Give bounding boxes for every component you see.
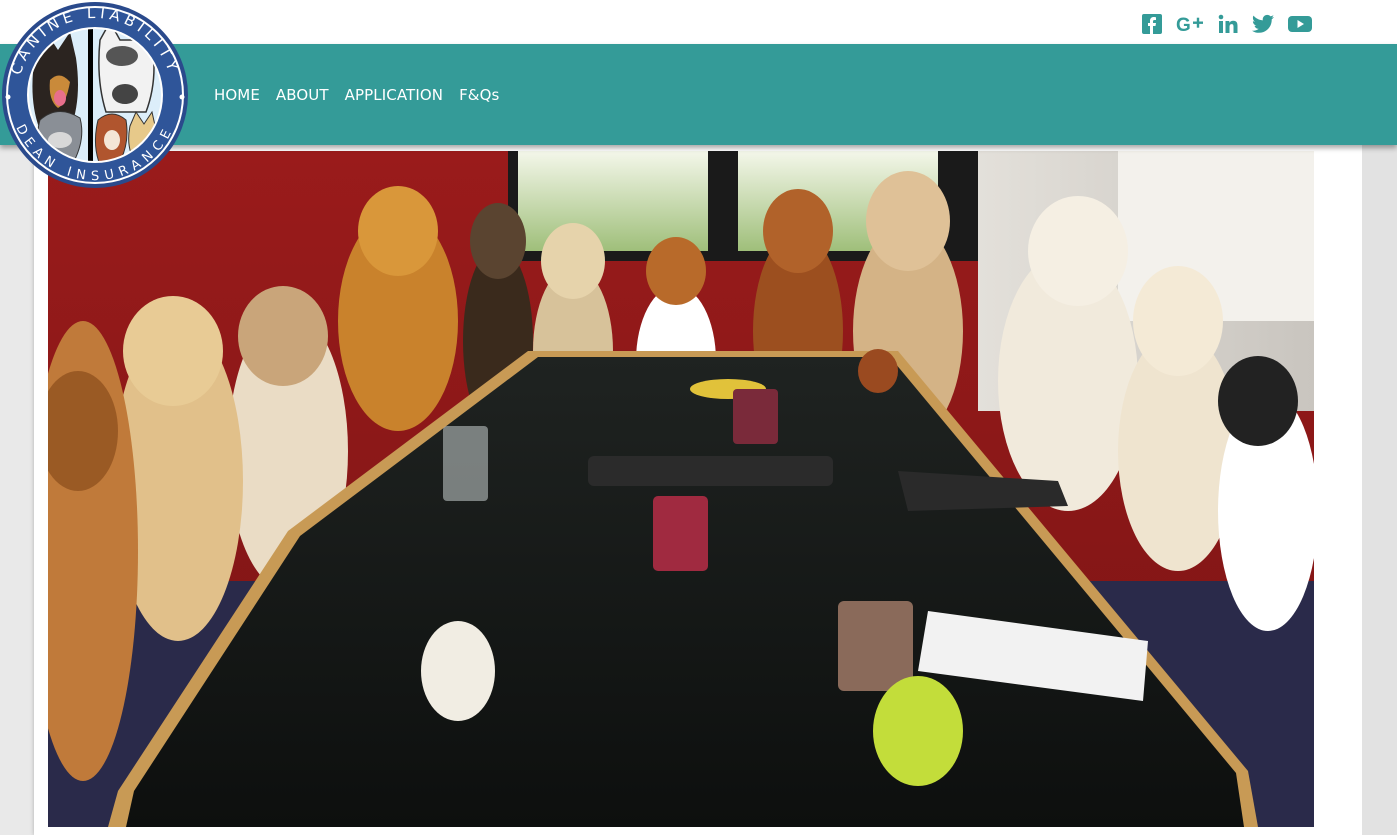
twitter-icon[interactable] bbox=[1252, 12, 1274, 36]
nav-application[interactable]: APPLICATION bbox=[345, 86, 443, 104]
google-plus-icon[interactable]: G bbox=[1176, 12, 1204, 36]
svg-text:G: G bbox=[1176, 15, 1191, 34]
linkedin-icon[interactable] bbox=[1218, 12, 1238, 36]
site-logo[interactable]: CANINE LIABILITY DEAN INSURANCE bbox=[0, 0, 190, 190]
right-panel bbox=[1362, 145, 1397, 835]
nav-home[interactable]: HOME bbox=[214, 86, 260, 104]
social-links: G bbox=[1142, 12, 1312, 36]
nav-fqs[interactable]: F&Qs bbox=[459, 86, 499, 104]
top-bar: G bbox=[0, 0, 1397, 44]
nav-about[interactable]: ABOUT bbox=[276, 86, 329, 104]
facebook-icon[interactable] bbox=[1142, 12, 1162, 36]
hero-image bbox=[48, 151, 1314, 827]
main-nav-bar: HOME ABOUT APPLICATION F&Qs bbox=[0, 44, 1397, 145]
youtube-icon[interactable] bbox=[1288, 12, 1312, 36]
main-nav: HOME ABOUT APPLICATION F&Qs bbox=[214, 86, 499, 104]
